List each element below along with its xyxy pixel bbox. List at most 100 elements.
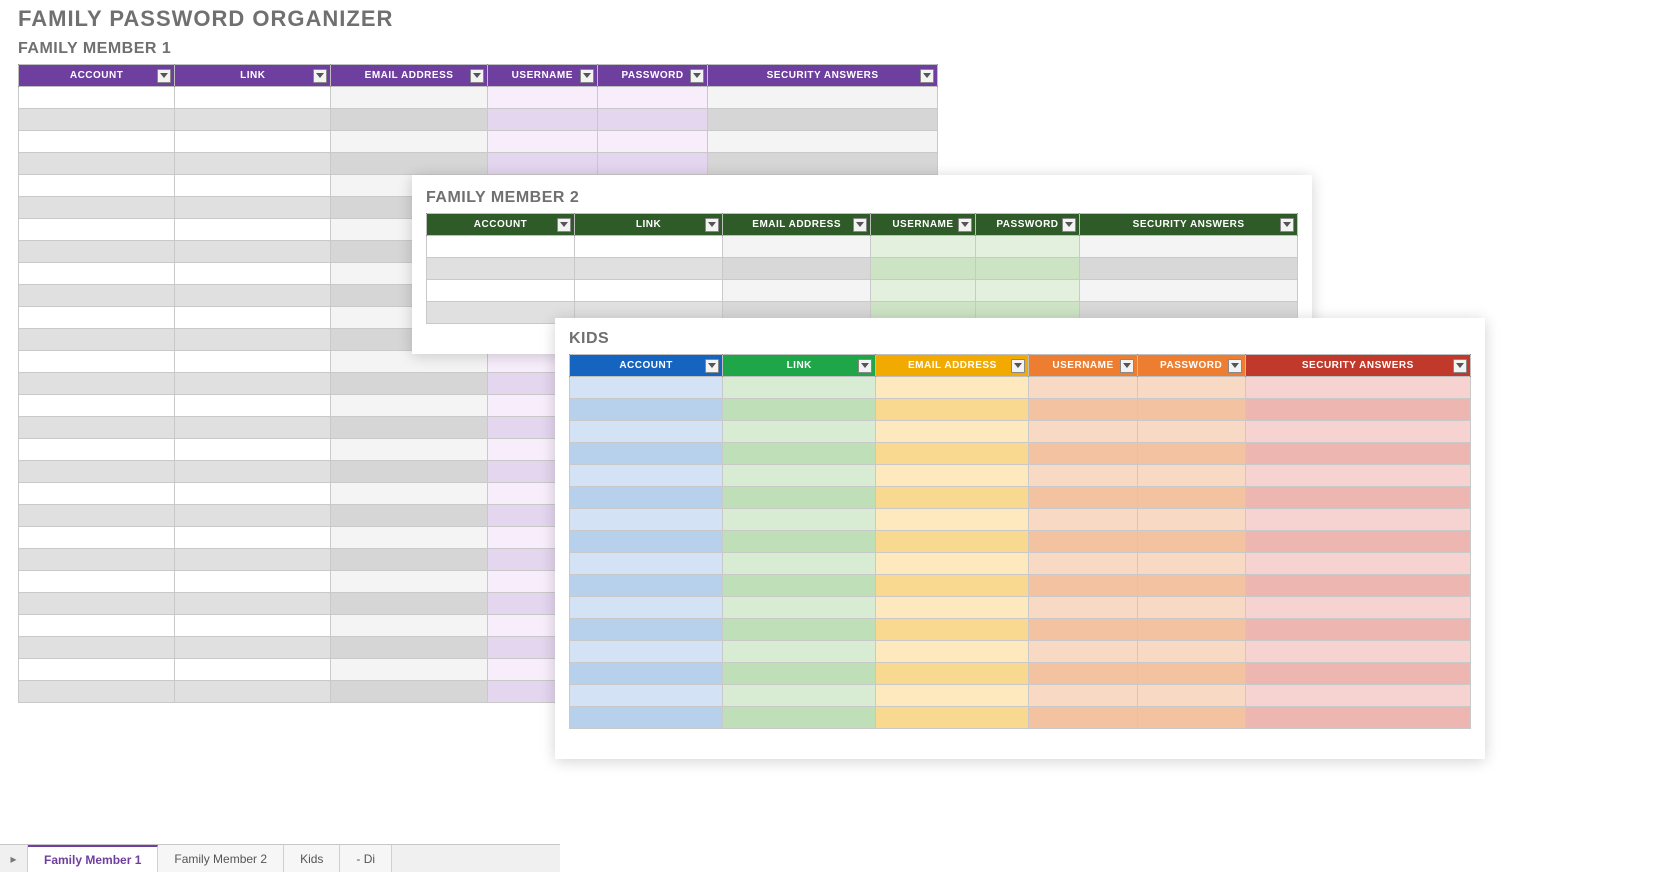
cell-password[interactable] xyxy=(975,258,1080,280)
cell-email[interactable] xyxy=(331,637,487,659)
table-row[interactable] xyxy=(570,575,1471,597)
cell-username[interactable] xyxy=(1029,707,1137,729)
cell-password[interactable] xyxy=(1137,619,1245,641)
cell-account[interactable] xyxy=(570,597,723,619)
cell-email[interactable] xyxy=(723,280,871,302)
filter-dropdown-icon[interactable] xyxy=(157,69,171,83)
cell-password[interactable] xyxy=(597,87,707,109)
table-row[interactable] xyxy=(570,619,1471,641)
cell-email[interactable] xyxy=(331,439,487,461)
col-account[interactable]: ACCOUNT xyxy=(570,355,723,377)
cell-username[interactable] xyxy=(1029,509,1137,531)
cell-password[interactable] xyxy=(1137,531,1245,553)
cell-account[interactable] xyxy=(570,641,723,663)
filter-dropdown-icon[interactable] xyxy=(705,359,719,373)
col-email[interactable]: EMAIL ADDRESS xyxy=(331,65,487,87)
table-row[interactable] xyxy=(19,109,938,131)
cell-password[interactable] xyxy=(1137,399,1245,421)
cell-link[interactable] xyxy=(723,641,876,663)
cell-link[interactable] xyxy=(175,571,331,593)
cell-password[interactable] xyxy=(1137,685,1245,707)
filter-dropdown-icon[interactable] xyxy=(958,218,972,232)
cell-account[interactable] xyxy=(570,399,723,421)
cell-username[interactable] xyxy=(1029,641,1137,663)
cell-link[interactable] xyxy=(723,707,876,729)
cell-security[interactable] xyxy=(1245,443,1470,465)
cell-link[interactable] xyxy=(175,373,331,395)
cell-username[interactable] xyxy=(871,236,976,258)
cell-email[interactable] xyxy=(331,153,487,175)
cell-username[interactable] xyxy=(487,109,597,131)
cell-security[interactable] xyxy=(1245,641,1470,663)
cell-link[interactable] xyxy=(175,417,331,439)
cell-link[interactable] xyxy=(175,439,331,461)
table-row[interactable] xyxy=(570,443,1471,465)
tab-scroll-button[interactable]: ▸ xyxy=(0,845,28,872)
cell-link[interactable] xyxy=(723,597,876,619)
cell-email[interactable] xyxy=(876,685,1029,707)
cell-account[interactable] xyxy=(19,439,175,461)
tab-kids[interactable]: Kids xyxy=(284,845,340,872)
cell-link[interactable] xyxy=(723,531,876,553)
cell-security[interactable] xyxy=(708,109,938,131)
cell-link[interactable] xyxy=(175,461,331,483)
cell-account[interactable] xyxy=(570,553,723,575)
cell-account[interactable] xyxy=(427,236,575,258)
tab-disclaimer[interactable]: - Di xyxy=(340,845,392,872)
cell-username[interactable] xyxy=(1029,531,1137,553)
cell-link[interactable] xyxy=(175,681,331,703)
cell-email[interactable] xyxy=(876,443,1029,465)
cell-account[interactable] xyxy=(19,417,175,439)
table-row[interactable] xyxy=(427,236,1298,258)
cell-email[interactable] xyxy=(331,461,487,483)
cell-email[interactable] xyxy=(876,487,1029,509)
cell-link[interactable] xyxy=(175,549,331,571)
filter-dropdown-icon[interactable] xyxy=(920,69,934,83)
cell-security[interactable] xyxy=(708,153,938,175)
cell-email[interactable] xyxy=(876,377,1029,399)
cell-security[interactable] xyxy=(1245,531,1470,553)
cell-link[interactable] xyxy=(575,258,723,280)
col-password[interactable]: PASSWORD xyxy=(1137,355,1245,377)
cell-email[interactable] xyxy=(331,373,487,395)
cell-account[interactable] xyxy=(570,377,723,399)
cell-link[interactable] xyxy=(723,465,876,487)
cell-username[interactable] xyxy=(1029,597,1137,619)
cell-security[interactable] xyxy=(1245,465,1470,487)
cell-account[interactable] xyxy=(19,373,175,395)
cell-security[interactable] xyxy=(1080,236,1298,258)
cell-account[interactable] xyxy=(19,285,175,307)
table-row[interactable] xyxy=(570,663,1471,685)
cell-password[interactable] xyxy=(597,109,707,131)
cell-email[interactable] xyxy=(331,549,487,571)
cell-account[interactable] xyxy=(570,509,723,531)
cell-security[interactable] xyxy=(1245,575,1470,597)
cell-link[interactable] xyxy=(575,280,723,302)
col-link[interactable]: LINK xyxy=(175,65,331,87)
cell-account[interactable] xyxy=(19,571,175,593)
cell-password[interactable] xyxy=(1137,707,1245,729)
cell-email[interactable] xyxy=(876,597,1029,619)
cell-username[interactable] xyxy=(1029,421,1137,443)
cell-account[interactable] xyxy=(19,681,175,703)
cell-link[interactable] xyxy=(723,685,876,707)
col-password[interactable]: PASSWORD xyxy=(975,214,1080,236)
cell-email[interactable] xyxy=(876,619,1029,641)
cell-password[interactable] xyxy=(1137,575,1245,597)
cell-email[interactable] xyxy=(876,553,1029,575)
cell-username[interactable] xyxy=(1029,377,1137,399)
cell-account[interactable] xyxy=(570,487,723,509)
cell-username[interactable] xyxy=(1029,487,1137,509)
cell-username[interactable] xyxy=(1029,663,1137,685)
filter-dropdown-icon[interactable] xyxy=(1280,218,1294,232)
table-row[interactable] xyxy=(570,641,1471,663)
cell-email[interactable] xyxy=(876,399,1029,421)
cell-link[interactable] xyxy=(175,483,331,505)
cell-account[interactable] xyxy=(570,619,723,641)
table-row[interactable] xyxy=(427,258,1298,280)
table-row[interactable] xyxy=(570,597,1471,619)
table-row[interactable] xyxy=(570,399,1471,421)
cell-username[interactable] xyxy=(1029,685,1137,707)
cell-security[interactable] xyxy=(1080,258,1298,280)
cell-email[interactable] xyxy=(876,663,1029,685)
